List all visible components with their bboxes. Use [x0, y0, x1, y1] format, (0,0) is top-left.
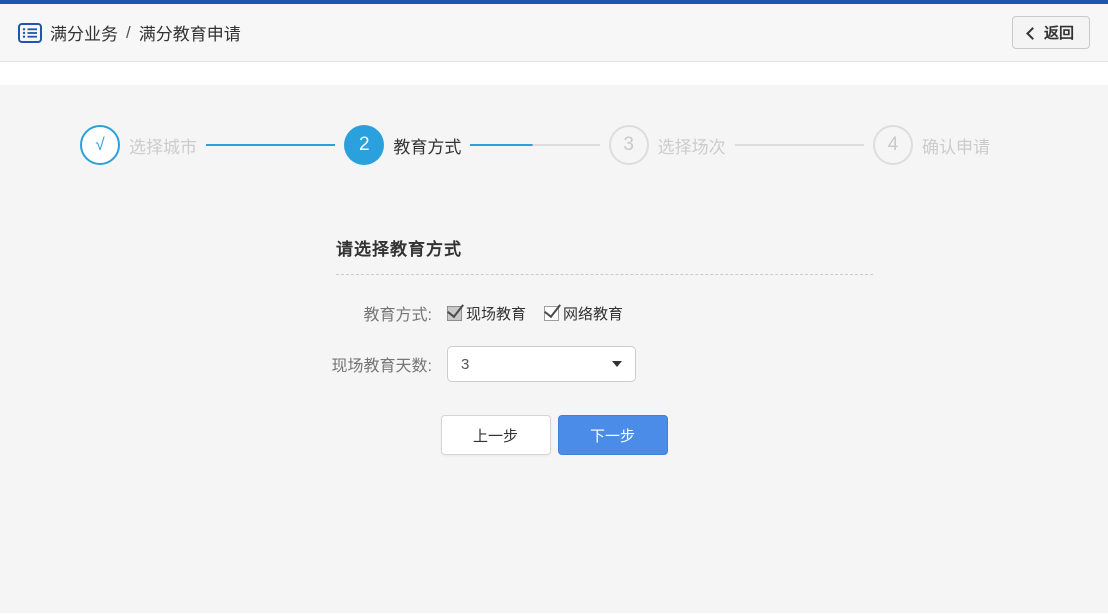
breadcrumb: 满分业务 / 满分教育申请 — [18, 20, 241, 45]
education-method-row: 教育方式: 现场教育 网络教育 — [259, 299, 849, 325]
onsite-education-label: 现场教育 — [466, 305, 527, 323]
education-method-label: 教育方式: — [363, 307, 432, 324]
step-1-circle: √ — [80, 125, 120, 165]
header-spacer — [0, 62, 1108, 85]
caret-down-icon — [612, 361, 622, 367]
onsite-days-label: 现场教育天数: — [331, 358, 432, 375]
step-2-circle: 2 — [344, 125, 385, 165]
previous-step-button[interactable]: 上一步 — [440, 415, 551, 455]
onsite-education-checkbox — [447, 299, 464, 321]
form-title: 请选择教育方式 — [336, 240, 462, 259]
dashed-divider — [336, 274, 873, 275]
step-4-circle: 4 — [872, 125, 913, 165]
checkmark-icon — [447, 299, 464, 318]
breadcrumb-root[interactable]: 满分业务 — [50, 20, 118, 45]
step-4-label: 确认申请 — [921, 137, 990, 157]
form-content: 请选择教育方式 教育方式: 现场教育 网络教育 现场教育天数: 3 上一步 下一… — [259, 235, 873, 455]
wizard-buttons: 上一步 下一步 — [259, 415, 849, 455]
checkbox-option-onsite: 现场教育 — [447, 299, 527, 324]
step-3-circle: 3 — [608, 125, 649, 165]
online-education-label: 网络教育 — [563, 305, 624, 323]
step-select-city: √ 选择城市 — [80, 125, 197, 165]
checkbox-option-online[interactable]: 网络教育 — [544, 299, 624, 324]
back-button[interactable]: 返回 — [1011, 16, 1090, 49]
breadcrumb-current: 满分教育申请 — [138, 25, 241, 44]
onsite-days-row: 现场教育天数: 3 — [259, 346, 849, 382]
chevron-left-icon — [1026, 26, 1039, 40]
step-3-label: 选择场次 — [657, 137, 726, 157]
step-1-label: 选择城市 — [129, 137, 197, 157]
online-education-checkbox[interactable] — [544, 299, 561, 321]
step-2-label: 教育方式 — [393, 137, 462, 157]
onsite-days-select[interactable]: 3 — [447, 346, 636, 382]
onsite-days-value: 3 — [461, 355, 470, 373]
back-button-label: 返回 — [1043, 25, 1074, 42]
step-select-session: 3 选择场次 — [608, 125, 726, 165]
wizard-stepper: √ 选择城市 2 教育方式 3 选择场次 4 确认申请 — [0, 125, 1108, 165]
list-icon — [18, 22, 42, 43]
step-education-method: 2 教育方式 — [344, 125, 461, 165]
education-method-options: 现场教育 网络教育 — [447, 299, 641, 324]
header: 满分业务 / 满分教育申请 返回 — [0, 4, 1108, 62]
stepper-connector-3 — [734, 144, 864, 146]
stepper-connector-1 — [206, 144, 336, 146]
breadcrumb-separator: / — [126, 22, 131, 42]
main-panel: √ 选择城市 2 教育方式 3 选择场次 4 确认申请 请选择教育方式 教育方式… — [0, 85, 1108, 613]
stepper-connector-2 — [470, 144, 600, 146]
step-confirm-application: 4 确认申请 — [872, 125, 990, 165]
checkmark-icon — [544, 299, 561, 318]
next-step-button[interactable]: 下一步 — [557, 415, 668, 455]
